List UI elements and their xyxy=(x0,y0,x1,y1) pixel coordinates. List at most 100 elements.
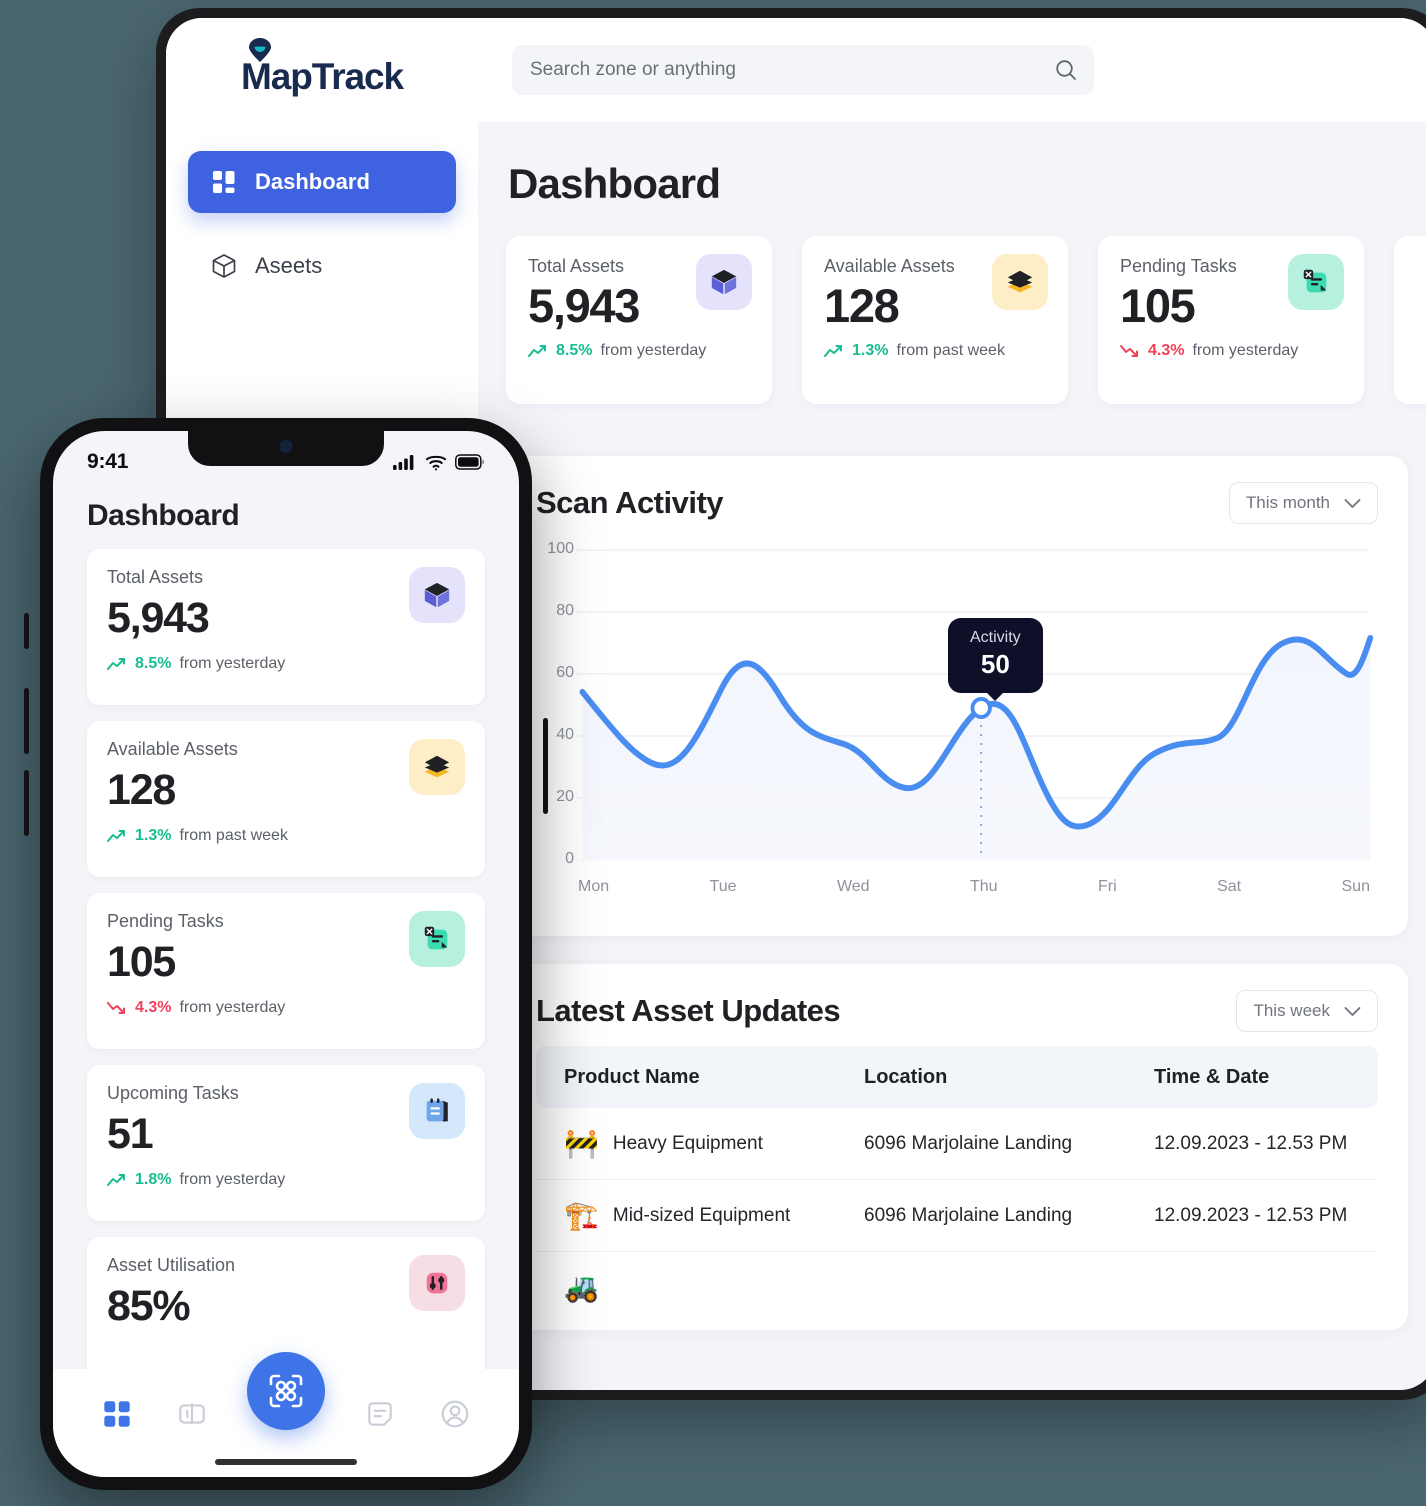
grid-icon xyxy=(210,168,238,196)
phone-volume-down-button[interactable] xyxy=(24,770,29,836)
chevron-down-icon xyxy=(1344,1006,1361,1016)
search-icon[interactable] xyxy=(1054,58,1078,87)
y-tick: 80 xyxy=(556,602,574,619)
table-row[interactable]: 🏗️ Mid-sized Equipment 6096 Marjolaine L… xyxy=(536,1180,1378,1252)
cube-outline-icon xyxy=(210,252,238,280)
mobile-card-total-assets[interactable]: Total Assets 5,943 8.5% from yesterday xyxy=(87,549,485,705)
trend-up-icon xyxy=(107,1174,125,1187)
tractor-icon: 🚜 xyxy=(564,1272,599,1303)
card-pct: 8.5% xyxy=(135,655,172,673)
tab-assets[interactable] xyxy=(172,1394,212,1434)
status-bar: 9:41 xyxy=(53,431,519,483)
card-pct: 4.3% xyxy=(135,999,172,1017)
tab-tasks[interactable] xyxy=(360,1394,400,1434)
card-trend: 8.5% from yesterday xyxy=(107,655,465,673)
logo-text: MapTrack xyxy=(241,56,404,97)
map-pin-icon xyxy=(249,38,272,62)
trend-up-icon xyxy=(824,345,842,358)
scan-activity-header: Scan Activity This month xyxy=(536,482,1378,524)
crane-icon: 🏗️ xyxy=(564,1199,599,1231)
table-row[interactable]: 🚧 Heavy Equipment 6096 Marjolaine Landin… xyxy=(536,1108,1378,1180)
search-bar[interactable] xyxy=(512,45,1094,95)
stat-pct: 8.5% xyxy=(556,342,593,360)
main-content: Dashboard Total Assets 5,943 8.5% f xyxy=(478,18,1426,1390)
tooltip-arrow xyxy=(985,691,1006,701)
app-logo: MapTrack xyxy=(188,38,456,151)
mobile-card-available-assets[interactable]: Available Assets 128 1.3% from past week xyxy=(87,721,485,877)
page-title: Dashboard xyxy=(508,160,721,207)
stat-card-available-assets[interactable]: Available Assets 128 1.3% from past week xyxy=(802,236,1068,404)
trend-up-icon xyxy=(528,345,546,358)
y-tick: 100 xyxy=(547,540,574,557)
y-tick: 60 xyxy=(556,664,574,681)
x-tick: Thu xyxy=(969,878,998,895)
card-trend: 4.3% from yesterday xyxy=(107,999,465,1017)
stat-trend: 4.3% from yesterday xyxy=(1120,342,1342,360)
scan-icon xyxy=(269,1374,303,1408)
scan-activity-period-select[interactable]: This month xyxy=(1228,482,1378,524)
sidebar-item-dashboard[interactable]: Dashboard xyxy=(188,151,456,213)
task-x-icon xyxy=(1288,254,1344,310)
stat-trend: 8.5% from yesterday xyxy=(528,342,750,360)
stat-suffix: from past week xyxy=(896,342,1005,360)
cell-product: Heavy Equipment xyxy=(612,1132,763,1154)
stat-card-total-assets[interactable]: Total Assets 5,943 8.5% from yesterday xyxy=(506,236,772,404)
trend-down-icon xyxy=(1120,345,1138,358)
stat-trend: 1.3% from past week xyxy=(824,342,1046,360)
card-suffix: from past week xyxy=(179,827,288,845)
column-header-location: Location xyxy=(864,1065,948,1088)
latest-updates-header: Latest Asset Updates This week xyxy=(536,990,1378,1032)
phone-card-list[interactable]: Total Assets 5,943 8.5% from yesterday A… xyxy=(53,549,519,1393)
tooltip-label: Activity xyxy=(970,629,1021,646)
y-tick: 0 xyxy=(565,850,574,867)
card-pct: 1.8% xyxy=(135,1171,172,1189)
tab-dashboard[interactable] xyxy=(97,1394,137,1434)
phone-page-title: Dashboard xyxy=(87,499,240,532)
phone-volume-up-button[interactable] xyxy=(24,688,29,754)
mobile-card-pending-tasks[interactable]: Pending Tasks 105 4.3% from yesterday xyxy=(87,893,485,1049)
card-trend: 1.3% from past week xyxy=(107,827,465,845)
mobile-card-upcoming-tasks[interactable]: Upcoming Tasks 51 1.8% from yesterday xyxy=(87,1065,485,1221)
notepad-icon xyxy=(409,1083,465,1139)
layers-icon xyxy=(992,254,1048,310)
search-input[interactable] xyxy=(530,59,1076,81)
y-tick: 20 xyxy=(556,788,574,805)
status-indicators xyxy=(393,454,485,471)
battery-icon xyxy=(455,454,484,470)
card-pct: 1.3% xyxy=(135,827,172,845)
table-header: Product Name Location Time & Date xyxy=(536,1046,1378,1108)
column-header-time: Time & Date xyxy=(1154,1065,1270,1088)
sidebar-item-label: Dashboard xyxy=(255,169,370,194)
phone-device-frame: 9:41 Dashboard Total Assets 5,943 8.5% f… xyxy=(24,418,548,1490)
sidebar-item-assets[interactable]: Aseets xyxy=(188,235,456,297)
stat-pct: 4.3% xyxy=(1148,342,1185,360)
layers-icon xyxy=(409,739,465,795)
stat-suffix: from yesterday xyxy=(600,342,707,360)
chart-tooltip: Activity 50 xyxy=(948,618,1043,701)
latest-updates-period-select[interactable]: This week xyxy=(1236,990,1378,1032)
trend-up-icon xyxy=(107,830,125,843)
excavator-icon: 🚧 xyxy=(564,1127,599,1159)
cell-time: 12.09.2023 - 12.53 PM xyxy=(1154,1132,1348,1154)
cellular-icon xyxy=(393,454,414,470)
phone-mute-button[interactable] xyxy=(24,613,29,649)
tab-profile[interactable] xyxy=(435,1394,475,1434)
x-tick: Sun xyxy=(1341,878,1370,895)
scan-activity-chart: 100 80 60 40 20 0 Mon Tue Wed Thu Fri Sa… xyxy=(536,538,1378,918)
sliders-icon xyxy=(409,1255,465,1311)
trend-down-icon xyxy=(107,1002,125,1015)
table-row[interactable]: 🚜 xyxy=(536,1252,1378,1324)
cube-icon xyxy=(696,254,752,310)
chart-svg xyxy=(576,549,1374,861)
phone-power-button[interactable] xyxy=(543,718,548,814)
scan-activity-panel: Scan Activity This month 100 80 60 40 20… xyxy=(506,456,1408,936)
stat-suffix: from yesterday xyxy=(1192,342,1299,360)
stat-pct: 1.3% xyxy=(852,342,889,360)
select-value: This month xyxy=(1245,493,1330,512)
stat-card-overflow[interactable] xyxy=(1394,236,1426,404)
scan-fab-button[interactable] xyxy=(246,1352,325,1430)
x-tick: Sat xyxy=(1217,878,1242,895)
stat-card-pending-tasks[interactable]: Pending Tasks 105 4.3% from yesterday xyxy=(1098,236,1364,404)
stat-cards-row: Total Assets 5,943 8.5% from yesterday A… xyxy=(506,236,1426,404)
tooltip-value: 50 xyxy=(980,649,1010,679)
